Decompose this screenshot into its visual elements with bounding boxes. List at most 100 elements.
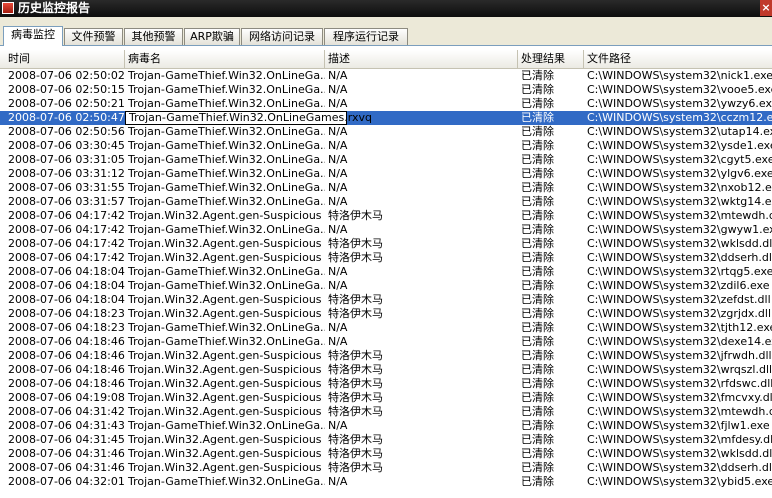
table-row[interactable]: 2008-07-06 03:31:05 Trojan-GameThief.Win3… xyxy=(0,153,772,167)
description-cell: N/A xyxy=(328,153,348,166)
table-row[interactable]: 2008-07-06 02:50:02 Trojan-GameThief.Win3… xyxy=(0,69,772,83)
close-button[interactable]: × xyxy=(760,0,772,16)
virus-name-cell: Trojan-GameThief.Win32.OnLineGa... xyxy=(128,223,325,236)
file-path-cell: C:\WINDOWS\system32\nxob12.exe xyxy=(587,181,772,194)
table-row[interactable]: 2008-07-06 03:31:55 Trojan-GameThief.Win3… xyxy=(0,181,772,195)
file-path-cell: C:\WINDOWS\system32\zdil6.exe xyxy=(587,279,770,292)
table-row[interactable]: 2008-07-06 04:31:46 Trojan.Win32.Agent.ge… xyxy=(0,447,772,461)
time-cell: 2008-07-06 04:31:45 xyxy=(8,433,125,446)
table-row[interactable]: 2008-07-06 03:31:12 Trojan-GameThief.Win3… xyxy=(0,167,772,181)
column-header-result[interactable]: 处理结果 xyxy=(518,50,584,68)
tab-arp-spoof[interactable]: ARP欺骗 xyxy=(184,28,240,45)
result-cell: 已清除 xyxy=(521,419,554,432)
description-cell: 特洛伊木马 xyxy=(328,363,383,376)
table-row[interactable]: 2008-07-06 04:31:46 Trojan.Win32.Agent.ge… xyxy=(0,461,772,475)
result-cell: 已清除 xyxy=(521,111,554,124)
virus-name-cell: Trojan.Win32.Agent.gen-Suspicious xyxy=(128,363,322,376)
file-path-cell: C:\WINDOWS\system32\tjth12.exe xyxy=(587,321,772,334)
virus-name-cell: Trojan-GameThief.Win32.OnLineGa... xyxy=(128,153,325,166)
tab-program-log[interactable]: 程序运行记录 xyxy=(324,28,408,45)
file-path-cell: C:\WINDOWS\system32\nick1.exe xyxy=(587,69,772,82)
table-row[interactable]: 2008-07-06 04:32:01 Trojan-GameThief.Win3… xyxy=(0,475,772,489)
description-cell: N/A xyxy=(328,97,348,110)
time-cell: 2008-07-06 04:31:46 xyxy=(8,447,125,460)
time-cell: 2008-07-06 03:30:45 xyxy=(8,139,125,152)
file-path-cell: C:\WINDOWS\system32\utap14.exe xyxy=(587,125,772,138)
virus-name-cell: Trojan-GameThief.Win32.OnLineGa... xyxy=(128,181,325,194)
description-cell: 特洛伊木马 xyxy=(328,461,383,474)
tab-file-alert[interactable]: 文件预警 xyxy=(64,28,123,45)
table-row[interactable]: 2008-07-06 04:17:42 Trojan.Win32.Agent.ge… xyxy=(0,251,772,265)
description-cell: 特洛伊木马 xyxy=(328,447,383,460)
virus-name-cell: Trojan-GameThief.Win32.OnLineGa... xyxy=(128,97,325,110)
file-path-cell: C:\WINDOWS\system32\ysde1.exe xyxy=(587,139,772,152)
table-row[interactable]: 2008-07-06 04:17:42 Trojan.Win32.Agent.ge… xyxy=(0,237,772,251)
time-cell: 2008-07-06 03:31:55 xyxy=(8,181,125,194)
table-row[interactable]: 2008-07-06 02:50:56 Trojan-GameThief.Win3… xyxy=(0,125,772,139)
table-row[interactable]: 2008-07-06 04:18:46 Trojan-GameThief.Win3… xyxy=(0,335,772,349)
description-cell: N/A xyxy=(328,139,348,152)
result-cell: 已清除 xyxy=(521,391,554,404)
table-row[interactable]: 2008-07-06 04:19:08 Trojan.Win32.Agent.ge… xyxy=(0,391,772,405)
table-row[interactable]: 2008-07-06 04:31:43 Trojan-GameThief.Win3… xyxy=(0,419,772,433)
virus-name-cell: Trojan.Win32.Agent.gen-Suspicious xyxy=(128,447,322,460)
table-body: 2008-07-06 02:50:02 Trojan-GameThief.Win3… xyxy=(0,69,772,489)
table-row[interactable]: 2008-07-06 04:18:46 Trojan.Win32.Agent.ge… xyxy=(0,349,772,363)
table-row[interactable]: 2008-07-06 04:18:23 Trojan.Win32.Agent.ge… xyxy=(0,307,772,321)
column-header-file-path[interactable]: 文件路径 xyxy=(584,50,772,68)
time-cell: 2008-07-06 04:17:42 xyxy=(8,237,125,250)
table-row[interactable]: 2008-07-06 04:31:45 Trojan.Win32.Agent.ge… xyxy=(0,433,772,447)
result-cell: 已清除 xyxy=(521,321,554,334)
table-row[interactable]: 2008-07-06 04:18:46 Trojan.Win32.Agent.ge… xyxy=(0,363,772,377)
result-cell: 已清除 xyxy=(521,279,554,292)
table-header: 时间 病毒名 描述 处理结果 文件路径 xyxy=(0,50,772,69)
file-path-cell: C:\WINDOWS\system32\cczm12.exe xyxy=(587,111,772,124)
file-path-cell: C:\WINDOWS\system32\wrqszl.dll xyxy=(587,363,772,376)
result-cell: 已清除 xyxy=(521,251,554,264)
result-cell: 已清除 xyxy=(521,195,554,208)
table-row[interactable]: 2008-07-06 04:18:04 Trojan-GameThief.Win3… xyxy=(0,279,772,293)
time-cell: 2008-07-06 02:50:02 xyxy=(8,69,125,82)
description-cell: 特洛伊木马 xyxy=(328,209,383,222)
column-header-time[interactable]: 时间 xyxy=(5,50,125,68)
table-row[interactable]: 2008-07-06 04:18:04 Trojan-GameThief.Win3… xyxy=(0,265,772,279)
time-cell: 2008-07-06 04:18:23 xyxy=(8,321,125,334)
table-row[interactable]: 2008-07-06 04:17:42 Trojan.Win32.Agent.ge… xyxy=(0,209,772,223)
table-row[interactable]: 2008-07-06 03:30:45 Trojan-GameThief.Win3… xyxy=(0,139,772,153)
time-cell: 2008-07-06 04:18:46 xyxy=(8,377,125,390)
time-cell: 2008-07-06 04:17:42 xyxy=(8,223,125,236)
description-cell: N/A xyxy=(328,335,348,348)
time-cell: 2008-07-06 03:31:05 xyxy=(8,153,125,166)
time-cell: 2008-07-06 03:31:12 xyxy=(8,167,125,180)
file-path-cell: C:\WINDOWS\system32\jfrwdh.dll xyxy=(587,349,772,362)
file-path-cell: C:\WINDOWS\system32\fmcvxy.dll xyxy=(587,391,772,404)
table-row[interactable]: 2008-07-06 02:50:47 Trojan-GameThief.Win3… xyxy=(0,111,772,125)
result-cell: 已清除 xyxy=(521,307,554,320)
result-cell: 已清除 xyxy=(521,335,554,348)
tab-network-log[interactable]: 网络访问记录 xyxy=(241,28,323,45)
table-row[interactable]: 2008-07-06 03:31:57 Trojan-GameThief.Win3… xyxy=(0,195,772,209)
window-title: 历史监控报告 xyxy=(18,1,91,15)
time-cell: 2008-07-06 04:18:04 xyxy=(8,265,125,278)
tab-virus-monitor[interactable]: 病毒监控 xyxy=(3,26,63,46)
file-path-cell: C:\WINDOWS\system32\mtewdh.dll xyxy=(587,405,772,418)
result-cell: 已清除 xyxy=(521,167,554,180)
table-row[interactable]: 2008-07-06 04:18:46 Trojan.Win32.Agent.ge… xyxy=(0,377,772,391)
table-row[interactable]: 2008-07-06 02:50:21 Trojan-GameThief.Win3… xyxy=(0,97,772,111)
tab-other-alert[interactable]: 其他预警 xyxy=(124,28,183,45)
table-row[interactable]: 2008-07-06 04:18:04 Trojan.Win32.Agent.ge… xyxy=(0,293,772,307)
result-cell: 已清除 xyxy=(521,433,554,446)
table-row[interactable]: 2008-07-06 02:50:15 Trojan-GameThief.Win3… xyxy=(0,83,772,97)
time-cell: 2008-07-06 04:18:46 xyxy=(8,349,125,362)
column-header-virus-name[interactable]: 病毒名 xyxy=(125,50,325,68)
table-row[interactable]: 2008-07-06 04:17:42 Trojan-GameThief.Win3… xyxy=(0,223,772,237)
virus-name-cell: Trojan.Win32.Agent.gen-Suspicious xyxy=(128,307,322,320)
time-cell: 2008-07-06 04:31:42 xyxy=(8,405,125,418)
column-header-description[interactable]: 描述 xyxy=(325,50,518,68)
result-cell: 已清除 xyxy=(521,447,554,460)
table-row[interactable]: 2008-07-06 04:31:42 Trojan.Win32.Agent.ge… xyxy=(0,405,772,419)
table-row[interactable]: 2008-07-06 04:18:23 Trojan-GameThief.Win3… xyxy=(0,321,772,335)
description-cell: 特洛伊木马 xyxy=(328,391,383,404)
result-cell: 已清除 xyxy=(521,293,554,306)
file-path-cell: C:\WINDOWS\system32\ybid5.exe xyxy=(587,475,772,488)
